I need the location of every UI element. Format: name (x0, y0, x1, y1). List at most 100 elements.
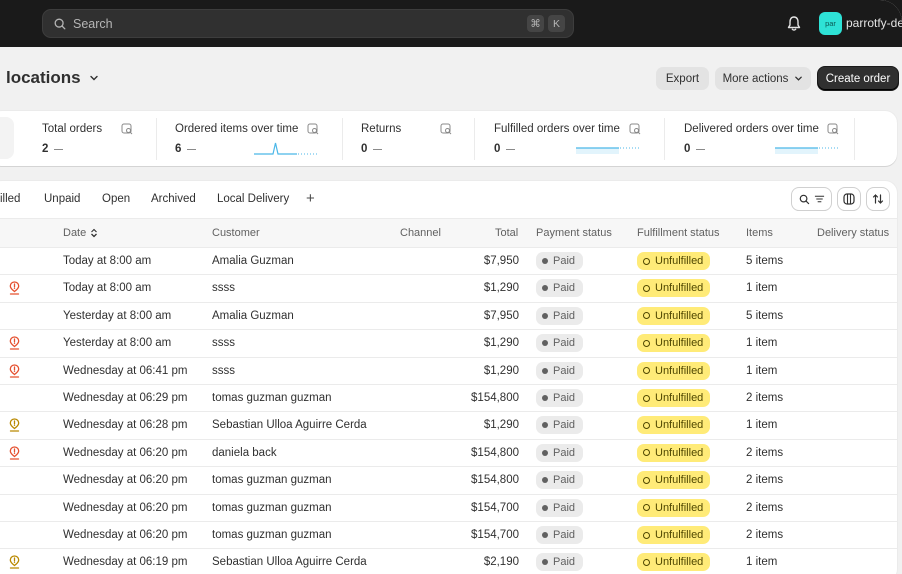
metric-value: 0 (361, 143, 383, 155)
metric-delivered-orders[interactable]: Delivered orders over time 0 (664, 111, 854, 166)
report-icon[interactable] (629, 123, 641, 135)
payment-status-label: Paid (553, 529, 576, 541)
tab-unfulfilled[interactable]: illed (0, 193, 20, 205)
table-row[interactable]: Wednesday at 06:19 pm Sebastian Ulloa Agu… (0, 549, 897, 574)
metric-returns[interactable]: Returns 0 (342, 111, 475, 166)
fulfillment-status-label: Unfulfilled (655, 255, 704, 267)
metric-value: 0 (684, 143, 706, 155)
fulfillment-status-badge: Unfulfilled (637, 498, 711, 517)
sparkline-flat (576, 147, 640, 154)
warning-alert-icon[interactable] (9, 555, 20, 570)
customer-name: daniela back (212, 446, 277, 459)
report-icon[interactable] (827, 123, 839, 135)
item-count: 2 items (746, 392, 784, 404)
export-button[interactable]: Export (656, 67, 709, 90)
more-actions-button[interactable]: More actions (715, 67, 811, 90)
column-fulfillment-status[interactable]: Fulfillment status (637, 227, 720, 239)
report-icon[interactable] (307, 123, 319, 135)
tab-local-delivery[interactable]: Local Delivery (217, 193, 289, 205)
columns-icon (843, 193, 855, 205)
table-row[interactable]: Today at 8:00 am ssss $1,290 Paid Unfulfille… (0, 275, 897, 303)
order-date: Wednesday at 06:41 pm (63, 364, 188, 377)
column-channel[interactable]: Channel (400, 227, 441, 239)
fulfillment-status-badge: Unfulfilled (637, 416, 711, 435)
metric-number: 0 (684, 143, 691, 155)
customer-name: Amalia Guzman (212, 309, 294, 322)
status-dot (542, 285, 548, 292)
order-date: Wednesday at 06:29 pm (63, 392, 188, 404)
app-window: Search ⌘ K par parrotfy-dev locations Ex… (0, 0, 902, 574)
customer-name: Amalia Guzman (212, 255, 294, 267)
table-row[interactable]: Today at 8:00 am Amalia Guzman $7,950 Paid U… (0, 248, 897, 276)
tab-unpaid[interactable]: Unpaid (44, 193, 80, 205)
column-items[interactable]: Items (746, 227, 773, 239)
search-placeholder: Search (73, 16, 113, 31)
metrics-bar: Total orders 2 Ordered items over time 6… (0, 111, 897, 166)
fulfillment-status-label: Unfulfilled (655, 529, 704, 541)
payment-status-label: Paid (553, 446, 576, 459)
table-row[interactable]: Wednesday at 06:29 pm tomas guzman guzman… (0, 385, 897, 413)
column-date[interactable]: Date (63, 227, 98, 239)
risk-alert-icon[interactable] (9, 281, 20, 296)
divider (342, 118, 343, 160)
metric-total-orders[interactable]: Total orders 2 (42, 111, 156, 166)
table-row[interactable]: Wednesday at 06:20 pm tomas guzman guzman… (0, 522, 897, 550)
order-total: $7,950 (483, 309, 519, 322)
metric-label: Ordered items over time (175, 123, 299, 135)
fulfillment-status-label: Unfulfilled (655, 501, 704, 514)
table-row[interactable]: Yesterday at 8:00 am ssss $1,290 Paid Unfulf… (0, 330, 897, 358)
risk-alert-icon[interactable] (9, 336, 20, 350)
item-count: 1 item (746, 556, 778, 569)
store-name[interactable]: parrotfy-dev (846, 16, 902, 30)
payment-status-label: Paid (553, 309, 576, 322)
avatar[interactable]: par (819, 12, 842, 35)
fulfillment-status-badge: Unfulfilled (637, 252, 711, 270)
table-row[interactable]: Wednesday at 06:20 pm tomas guzman guzman… (0, 495, 897, 522)
order-total: $1,290 (483, 419, 519, 432)
order-total: $154,800 (471, 446, 519, 459)
status-ring-icon (643, 367, 650, 375)
orders-table-card: illed Unpaid Open Archived Local Deliver… (0, 181, 897, 574)
metric-number: 0 (361, 143, 368, 155)
fulfillment-status-label: Unfulfilled (655, 474, 704, 487)
customer-name: Sebastian Ulloa Aguirre Cerda (212, 419, 367, 432)
metric-ordered-items[interactable]: Ordered items over time 6 (156, 111, 342, 166)
create-order-button[interactable]: Create order (818, 67, 898, 90)
risk-alert-icon[interactable] (9, 363, 20, 378)
column-total[interactable]: Total (495, 227, 518, 239)
bell-icon[interactable] (786, 15, 802, 32)
column-delivery-status[interactable]: Delivery status (817, 227, 889, 239)
tab-archived[interactable]: Archived (151, 193, 196, 205)
page-title[interactable]: locations (6, 68, 99, 88)
search-input[interactable]: Search ⌘ K (42, 9, 574, 38)
item-count: 2 items (746, 446, 784, 459)
date-range-button[interactable] (0, 117, 14, 159)
order-total: $1,290 (483, 282, 519, 295)
add-view-button[interactable]: + (306, 190, 315, 207)
order-total: $1,290 (483, 337, 519, 350)
columns-button[interactable] (838, 188, 860, 210)
table-row[interactable]: Wednesday at 06:28 pm Sebastian Ulloa Agu… (0, 412, 897, 440)
sort-button[interactable] (867, 188, 889, 210)
table-row[interactable]: Wednesday at 06:41 pm ssss $1,290 Paid Unful… (0, 358, 897, 385)
order-date: Wednesday at 06:28 pm (63, 419, 188, 432)
table-row[interactable]: Yesterday at 8:00 am Amalia Guzman $7,950 P… (0, 303, 897, 331)
search-icon (54, 18, 66, 29)
column-customer[interactable]: Customer (212, 227, 260, 239)
order-date: Wednesday at 06:19 pm (63, 556, 188, 569)
warning-alert-icon[interactable] (9, 418, 20, 433)
metric-fulfilled-orders[interactable]: Fulfilled orders over time 0 (474, 111, 664, 166)
report-icon[interactable] (440, 123, 452, 135)
tab-open[interactable]: Open (102, 193, 130, 205)
table-row[interactable]: Wednesday at 06:20 pm daniela back $154,80… (0, 440, 897, 468)
search-filter-button[interactable] (792, 188, 831, 210)
order-date: Today at 8:00 am (63, 255, 152, 267)
item-count: 1 item (746, 364, 778, 377)
risk-alert-icon[interactable] (9, 446, 20, 460)
column-payment-status[interactable]: Payment status (536, 227, 612, 239)
report-icon[interactable] (121, 123, 133, 135)
customer-name: ssss (212, 364, 235, 377)
more-actions-label: More actions (722, 72, 789, 85)
search-icon (799, 194, 809, 204)
table-row[interactable]: Wednesday at 06:20 pm tomas guzman guzman… (0, 467, 897, 495)
